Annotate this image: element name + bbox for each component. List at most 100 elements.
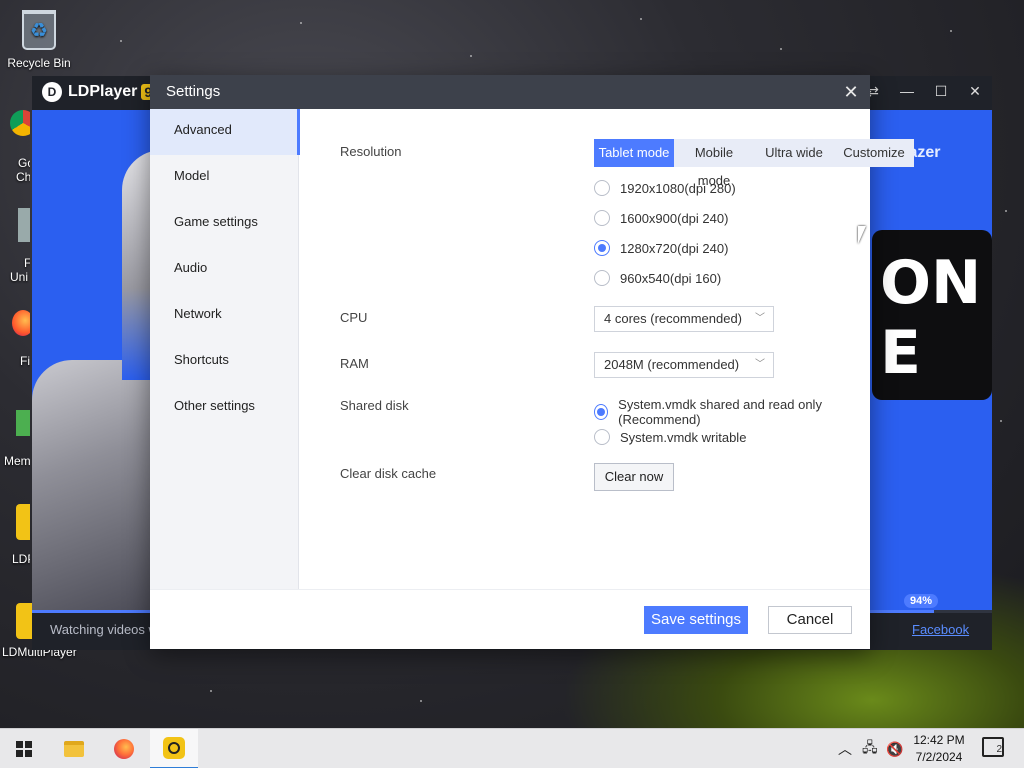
nav-item-audio[interactable]: Audio — [150, 247, 299, 293]
tab-mobile-mode[interactable]: Mobile mode — [674, 139, 754, 188]
ldplayer-logo: D LDPlayer 9 — [42, 82, 156, 102]
radio-button[interactable] — [594, 180, 610, 196]
resolution-option-1280x720[interactable]: 1280x720(dpi 240) — [594, 240, 728, 256]
network-icon: 🖧 — [862, 739, 878, 755]
star — [640, 18, 642, 20]
resolution-option-1600x900[interactable]: 1600x900(dpi 240) — [594, 210, 728, 226]
chrome-icon — [10, 110, 30, 136]
ldplayer-maximize-button[interactable]: ☐ — [930, 83, 952, 100]
taskbar-firefox[interactable] — [100, 729, 148, 768]
ldplayer-minimize-button[interactable]: — — [896, 83, 918, 99]
taskbar-clock[interactable]: 12:42 PM 7/2/2024 — [906, 732, 972, 766]
close-icon[interactable]: ✕ — [840, 81, 862, 103]
settings-sidebar: Advanced Model Game settings Audio Netwo… — [150, 109, 300, 589]
nav-item-label: Model — [174, 168, 210, 183]
nav-item-shortcuts[interactable]: Shortcuts — [150, 339, 299, 385]
radio-button[interactable] — [594, 429, 610, 445]
taskbar-file-explorer[interactable] — [50, 729, 98, 768]
settings-titlebar: Settings ✕ — [150, 75, 870, 109]
radio-button-checked[interactable] — [594, 404, 609, 420]
settings-title: Settings — [166, 83, 221, 100]
notification-count: 2 — [996, 744, 1002, 755]
tab-customize[interactable]: Customize — [834, 139, 914, 167]
radio-button-checked[interactable] — [594, 240, 610, 256]
nav-item-label: Audio — [174, 260, 208, 275]
ldplayer-icon — [163, 737, 185, 759]
clock-time: 12:42 PM — [913, 733, 965, 747]
notification-center-icon[interactable]: 2 — [982, 737, 1004, 757]
star — [950, 30, 952, 32]
star — [300, 22, 302, 24]
desktop-icon-label: Go — [18, 156, 30, 170]
app-icon — [16, 410, 30, 436]
desktop-icon-chrome[interactable]: Go Ch — [0, 110, 30, 190]
ldplayer-logo-icon: D — [42, 82, 62, 102]
radio-button[interactable] — [594, 270, 610, 286]
nav-item-other-settings[interactable]: Other settings — [150, 385, 299, 431]
tray-volume[interactable]: 🔇 — [886, 729, 903, 768]
nav-item-model[interactable]: Model — [150, 155, 299, 201]
clock-date: 7/2/2024 — [915, 750, 963, 764]
ram-label: RAM — [340, 356, 369, 371]
nav-item-game-settings[interactable]: Game settings — [150, 201, 299, 247]
shared-disk-option-writable[interactable]: System.vmdk writable — [594, 429, 746, 445]
cpu-value: 4 cores (recommended) — [604, 311, 742, 326]
desktop-icon-recycle-bin[interactable]: ♻ Recycle Bin — [2, 8, 76, 70]
desktop-icon-label: LDP — [12, 552, 30, 566]
nav-item-advanced[interactable]: Advanced — [150, 109, 300, 155]
clear-disk-cache-label: Clear disk cache — [340, 466, 437, 481]
star — [120, 40, 122, 42]
ldplayer-icon — [16, 504, 30, 540]
tab-ultra-wide[interactable]: Ultra wide — [754, 139, 834, 167]
promo-poster-text: ON E — [880, 248, 982, 388]
settings-footer: Save settings Cancel — [150, 589, 870, 649]
star — [420, 700, 422, 702]
facebook-link[interactable]: Facebook — [912, 622, 969, 637]
windows-icon — [16, 741, 32, 757]
chevron-down-icon: ﹀ — [755, 359, 765, 370]
tray-show-hidden-icons[interactable]: ︿ — [838, 729, 852, 768]
folder-icon — [64, 741, 84, 757]
ram-select[interactable]: 2048M (recommended) ﹀ — [594, 352, 774, 378]
app-icon — [18, 208, 30, 242]
cancel-button[interactable]: Cancel — [768, 606, 852, 634]
desktop-icon-firefox[interactable]: Fi — [0, 310, 30, 370]
desktop-icon-label: F — [24, 256, 30, 270]
taskbar: ︿ 🖧 🔇 12:42 PM 7/2/2024 2 — [0, 728, 1024, 768]
ldplayer-close-button[interactable]: ✕ — [964, 83, 986, 100]
radio-label: 1600x900(dpi 240) — [620, 210, 729, 226]
clear-now-button[interactable]: Clear now — [594, 463, 674, 491]
save-settings-button[interactable]: Save settings — [644, 606, 748, 634]
cpu-select[interactable]: 4 cores (recommended) ﹀ — [594, 306, 774, 332]
ram-value: 2048M (recommended) — [604, 357, 740, 372]
chevron-up-icon: ︿ — [838, 741, 852, 757]
nav-item-label: Game settings — [174, 214, 258, 229]
star — [470, 55, 472, 57]
desktop-icon-label: Uni — [10, 270, 29, 284]
radio-label: 960x540(dpi 160) — [620, 270, 722, 286]
desktop-icon-memu[interactable]: Mem — [0, 410, 30, 470]
radio-button[interactable] — [594, 210, 610, 226]
shared-disk-option-read-only[interactable]: System.vmdk shared and read only (Recomm… — [594, 397, 870, 427]
desktop-icon-unity[interactable]: F Uni — [0, 208, 30, 288]
tab-tablet-mode[interactable]: Tablet mode — [594, 139, 674, 167]
desktop-icon-label: Ch — [16, 170, 30, 184]
progress-badge: 94% — [904, 594, 939, 608]
firefox-icon — [12, 310, 30, 336]
chevron-down-icon: ﹀ — [755, 313, 765, 324]
firefox-icon — [114, 739, 134, 759]
star — [1005, 210, 1007, 212]
radio-label: System.vmdk shared and read only (Recomm… — [618, 397, 822, 427]
taskbar-ldplayer[interactable] — [150, 729, 198, 768]
tray-network[interactable]: 🖧 — [862, 729, 878, 768]
start-button[interactable] — [0, 729, 48, 768]
cpu-label: CPU — [340, 310, 368, 325]
desktop-icon-ldplayer[interactable]: LDP — [0, 504, 30, 570]
nav-item-label: Network — [174, 306, 222, 321]
resolution-option-960x540[interactable]: 960x540(dpi 160) — [594, 270, 721, 286]
ldplayer-title: LDPlayer — [68, 83, 138, 100]
settings-panel: Resolution Tablet mode Mobile mode Ultra… — [300, 109, 914, 589]
resolution-option-1920x1080[interactable]: 1920x1080(dpi 280) — [594, 180, 736, 196]
settings-dialog: Settings ✕ Advanced Model Game settings … — [150, 75, 914, 649]
nav-item-network[interactable]: Network — [150, 293, 299, 339]
